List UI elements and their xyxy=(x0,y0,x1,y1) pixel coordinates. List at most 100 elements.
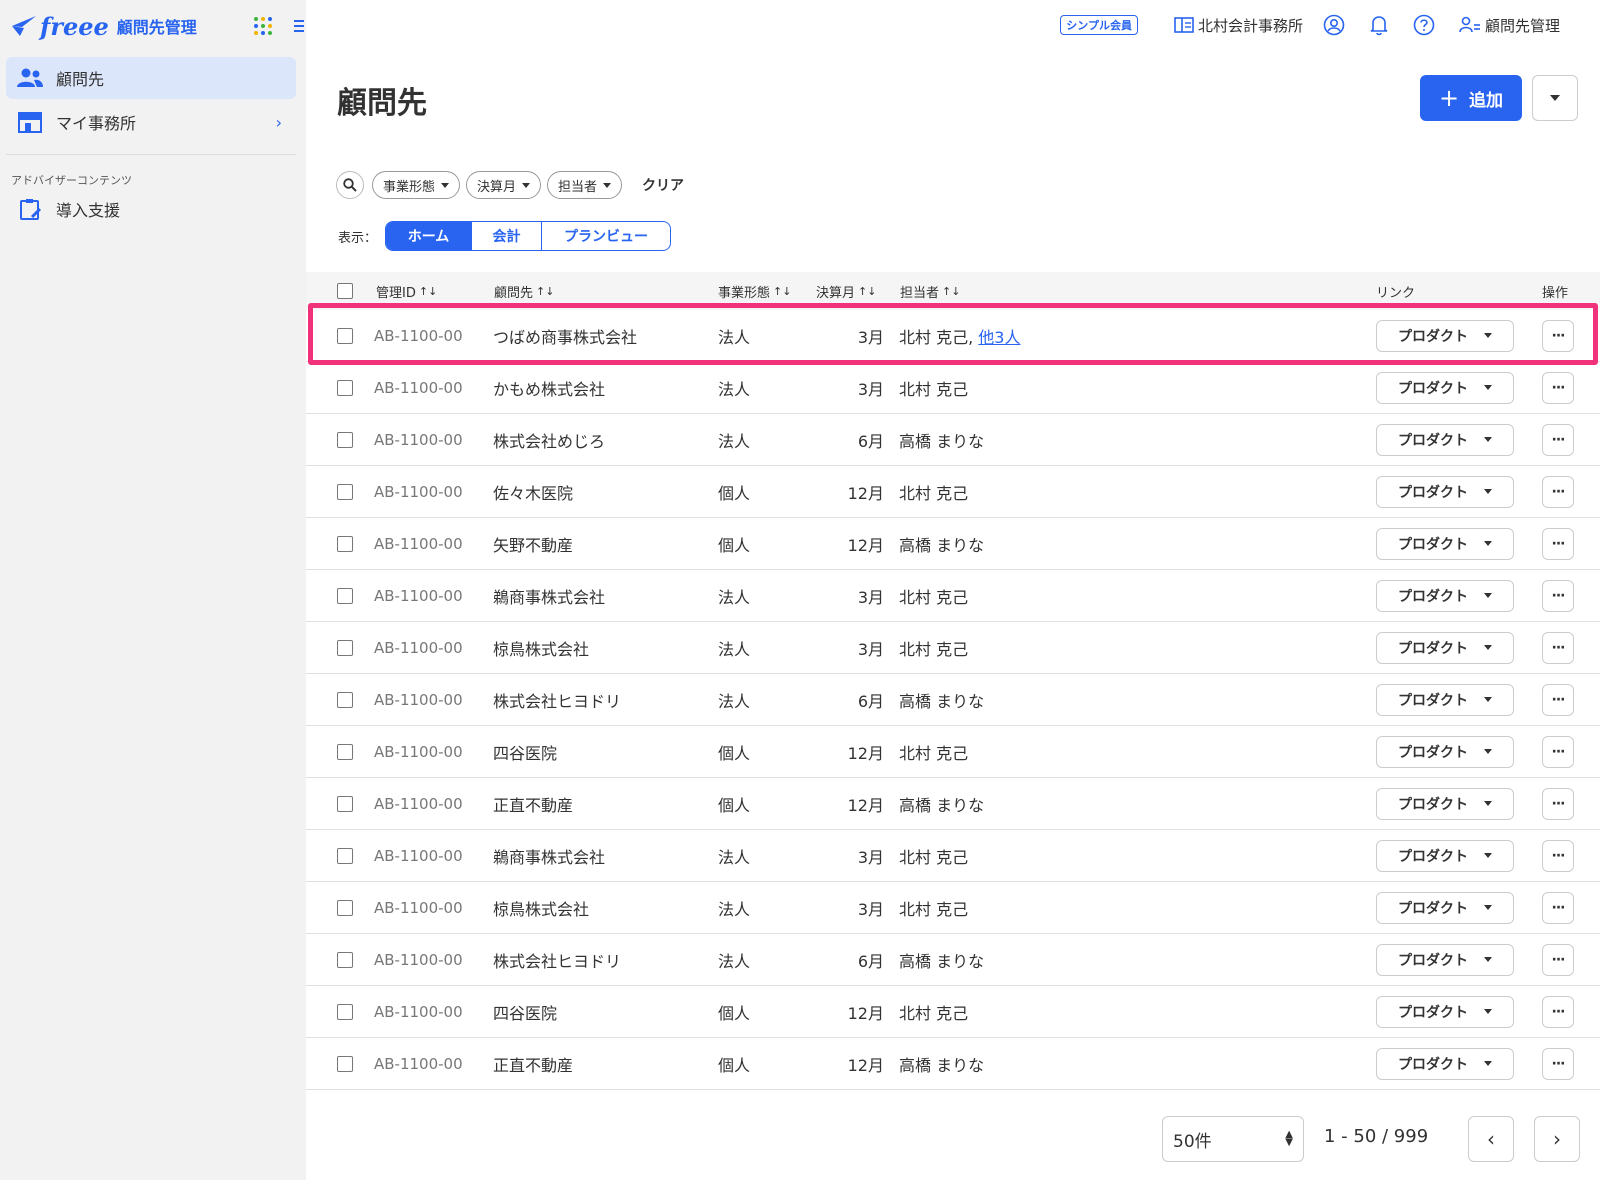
add-client-button[interactable]: + 追加 xyxy=(1420,75,1522,121)
app-switcher-icon[interactable] xyxy=(254,17,272,35)
table-row[interactable]: AB-1100-00 かもめ株式会社 法人 3月 北村 克己 プロダクト ··· xyxy=(306,362,1600,414)
table-row[interactable]: AB-1100-00 佐々木医院 個人 12月 北村 克己 プロダクト ··· xyxy=(306,466,1600,518)
row-checkbox[interactable] xyxy=(337,431,353,448)
prev-page-button[interactable]: ‹ xyxy=(1468,1116,1514,1162)
row-checkbox[interactable] xyxy=(337,743,353,760)
product-dropdown[interactable]: プロダクト xyxy=(1376,891,1514,924)
table-row[interactable]: AB-1100-00 正直不動産 個人 12月 高橋 まりな プロダクト ··· xyxy=(306,778,1600,830)
table-row[interactable]: AB-1100-00 鵜商事株式会社 法人 3月 北村 克己 プロダクト ··· xyxy=(306,830,1600,882)
product-dropdown[interactable]: プロダクト xyxy=(1376,579,1514,612)
product-dropdown[interactable]: プロダクト xyxy=(1376,527,1514,560)
row-checkbox[interactable] xyxy=(337,847,353,864)
more-owners-link[interactable]: 他3人 xyxy=(978,328,1020,347)
more-actions-button[interactable]: ··· xyxy=(1542,891,1574,924)
table-row[interactable]: AB-1100-00 椋鳥株式会社 法人 3月 北村 克己 プロダクト ··· xyxy=(306,622,1600,674)
more-actions-button[interactable]: ··· xyxy=(1542,839,1574,872)
row-checkbox[interactable] xyxy=(337,535,353,552)
table-row[interactable]: AB-1100-00 つばめ商事株式会社 法人 3月 北村 克己, 他3人 プロダクト ··… xyxy=(306,310,1600,362)
account-button[interactable] xyxy=(1323,14,1349,36)
product-dropdown[interactable]: プロダクト xyxy=(1376,371,1514,404)
table-row[interactable]: AB-1100-00 株式会社めじろ 法人 6月 高橋 まりな プロダクト ··· xyxy=(306,414,1600,466)
more-actions-button[interactable]: ··· xyxy=(1542,527,1574,560)
view-tab-home[interactable]: ホーム xyxy=(386,222,473,250)
table-row[interactable]: AB-1100-00 株式会社ヒヨドリ 法人 6月 高橋 まりな プロダクト ··· xyxy=(306,934,1600,986)
client-name[interactable]: 四谷医院 xyxy=(493,1000,557,1024)
table-row[interactable]: AB-1100-00 株式会社ヒヨドリ 法人 6月 高橋 まりな プロダクト ··· xyxy=(306,674,1600,726)
row-checkbox[interactable] xyxy=(337,1003,353,1020)
client-name[interactable]: 佐々木医院 xyxy=(493,480,573,504)
column-name[interactable]: 顧問先 ↑↓ xyxy=(494,282,554,301)
client-name[interactable]: 四谷医院 xyxy=(493,740,557,764)
product-dropdown[interactable]: プロダクト xyxy=(1376,475,1514,508)
add-options-dropdown[interactable] xyxy=(1532,75,1578,121)
more-actions-button[interactable]: ··· xyxy=(1542,1047,1574,1080)
office-switcher[interactable]: 北村会計事務所 xyxy=(1174,15,1303,36)
sidebar-item-clients[interactable]: 顧問先 xyxy=(6,57,296,99)
column-owner[interactable]: 担当者 ↑↓ xyxy=(900,282,960,301)
row-checkbox[interactable] xyxy=(337,379,353,396)
client-name[interactable]: 株式会社ヒヨドリ xyxy=(493,688,621,712)
more-actions-button[interactable]: ··· xyxy=(1542,683,1574,716)
app-logo[interactable]: freee 顧問先管理 xyxy=(10,8,197,44)
table-row[interactable]: AB-1100-00 正直不動産 個人 12月 高橋 まりな プロダクト ··· xyxy=(306,1038,1600,1090)
table-row[interactable]: AB-1100-00 四谷医院 個人 12月 北村 克己 プロダクト ··· xyxy=(306,986,1600,1038)
row-checkbox[interactable] xyxy=(337,691,353,708)
client-name[interactable]: 椋鳥株式会社 xyxy=(493,896,589,920)
more-actions-button[interactable]: ··· xyxy=(1542,579,1574,612)
more-actions-button[interactable]: ··· xyxy=(1542,631,1574,664)
client-name[interactable]: 鵜商事株式会社 xyxy=(493,584,605,608)
client-name[interactable]: 矢野不動産 xyxy=(493,532,573,556)
select-all-checkbox[interactable] xyxy=(337,283,353,299)
row-checkbox[interactable] xyxy=(337,483,353,500)
user-menu[interactable]: 顧問先管理 xyxy=(1459,15,1560,36)
help-button[interactable] xyxy=(1413,14,1439,36)
more-actions-button[interactable]: ··· xyxy=(1542,787,1574,820)
row-checkbox[interactable] xyxy=(337,899,353,916)
more-actions-button[interactable]: ··· xyxy=(1542,995,1574,1028)
next-page-button[interactable]: › xyxy=(1534,1116,1580,1162)
column-type[interactable]: 事業形態 ↑↓ xyxy=(718,282,791,301)
row-checkbox[interactable] xyxy=(337,1055,353,1072)
notifications-button[interactable] xyxy=(1369,14,1393,36)
view-tab-plan-view[interactable]: プランビュー xyxy=(542,222,670,250)
sidebar-item-my-office[interactable]: マイ事務所 › xyxy=(6,101,296,143)
row-checkbox[interactable] xyxy=(337,639,353,656)
client-name[interactable]: 正直不動産 xyxy=(493,792,573,816)
client-name[interactable]: 椋鳥株式会社 xyxy=(493,636,589,660)
more-actions-button[interactable]: ··· xyxy=(1542,423,1574,456)
row-checkbox[interactable] xyxy=(337,951,353,968)
product-dropdown[interactable]: プロダクト xyxy=(1376,735,1514,768)
filter-fiscal-month[interactable]: 決算月 xyxy=(466,171,542,199)
more-actions-button[interactable]: ··· xyxy=(1542,943,1574,976)
per-page-select[interactable]: 50件 ▲ ▼ xyxy=(1162,1116,1304,1162)
product-dropdown[interactable]: プロダクト xyxy=(1376,631,1514,664)
product-dropdown[interactable]: プロダクト xyxy=(1376,423,1514,456)
client-name[interactable]: 正直不動産 xyxy=(493,1052,573,1076)
client-name[interactable]: 鵜商事株式会社 xyxy=(493,844,605,868)
product-dropdown[interactable]: プロダクト xyxy=(1376,683,1514,716)
product-dropdown[interactable]: プロダクト xyxy=(1376,1047,1514,1080)
more-actions-button[interactable]: ··· xyxy=(1542,319,1574,352)
sidebar-item-onboarding[interactable]: 導入支援 xyxy=(6,188,296,230)
row-checkbox[interactable] xyxy=(337,587,353,604)
product-dropdown[interactable]: プロダクト xyxy=(1376,839,1514,872)
product-dropdown[interactable]: プロダクト xyxy=(1376,319,1514,352)
column-id[interactable]: 管理ID ↑↓ xyxy=(376,282,437,301)
clear-filters-link[interactable]: クリア xyxy=(642,175,684,195)
client-name[interactable]: 株式会社めじろ xyxy=(493,428,605,452)
table-row[interactable]: AB-1100-00 矢野不動産 個人 12月 高橋 まりな プロダクト ··· xyxy=(306,518,1600,570)
more-actions-button[interactable]: ··· xyxy=(1542,735,1574,768)
row-checkbox[interactable] xyxy=(337,327,353,344)
more-actions-button[interactable]: ··· xyxy=(1542,371,1574,404)
client-name[interactable]: つばめ商事株式会社 xyxy=(493,324,637,348)
search-button[interactable] xyxy=(336,171,364,199)
filter-owner[interactable]: 担当者 xyxy=(547,171,623,199)
client-name[interactable]: かもめ株式会社 xyxy=(493,376,605,400)
sidebar-toggle-icon[interactable] xyxy=(294,17,306,33)
filter-business-type[interactable]: 事業形態 xyxy=(372,171,461,199)
table-row[interactable]: AB-1100-00 鵜商事株式会社 法人 3月 北村 克己 プロダクト ··· xyxy=(306,570,1600,622)
table-row[interactable]: AB-1100-00 椋鳥株式会社 法人 3月 北村 克己 プロダクト ··· xyxy=(306,882,1600,934)
row-checkbox[interactable] xyxy=(337,795,353,812)
view-tab-accounting[interactable]: 会計 xyxy=(472,222,543,250)
column-month[interactable]: 決算月 ↑↓ xyxy=(816,282,876,301)
